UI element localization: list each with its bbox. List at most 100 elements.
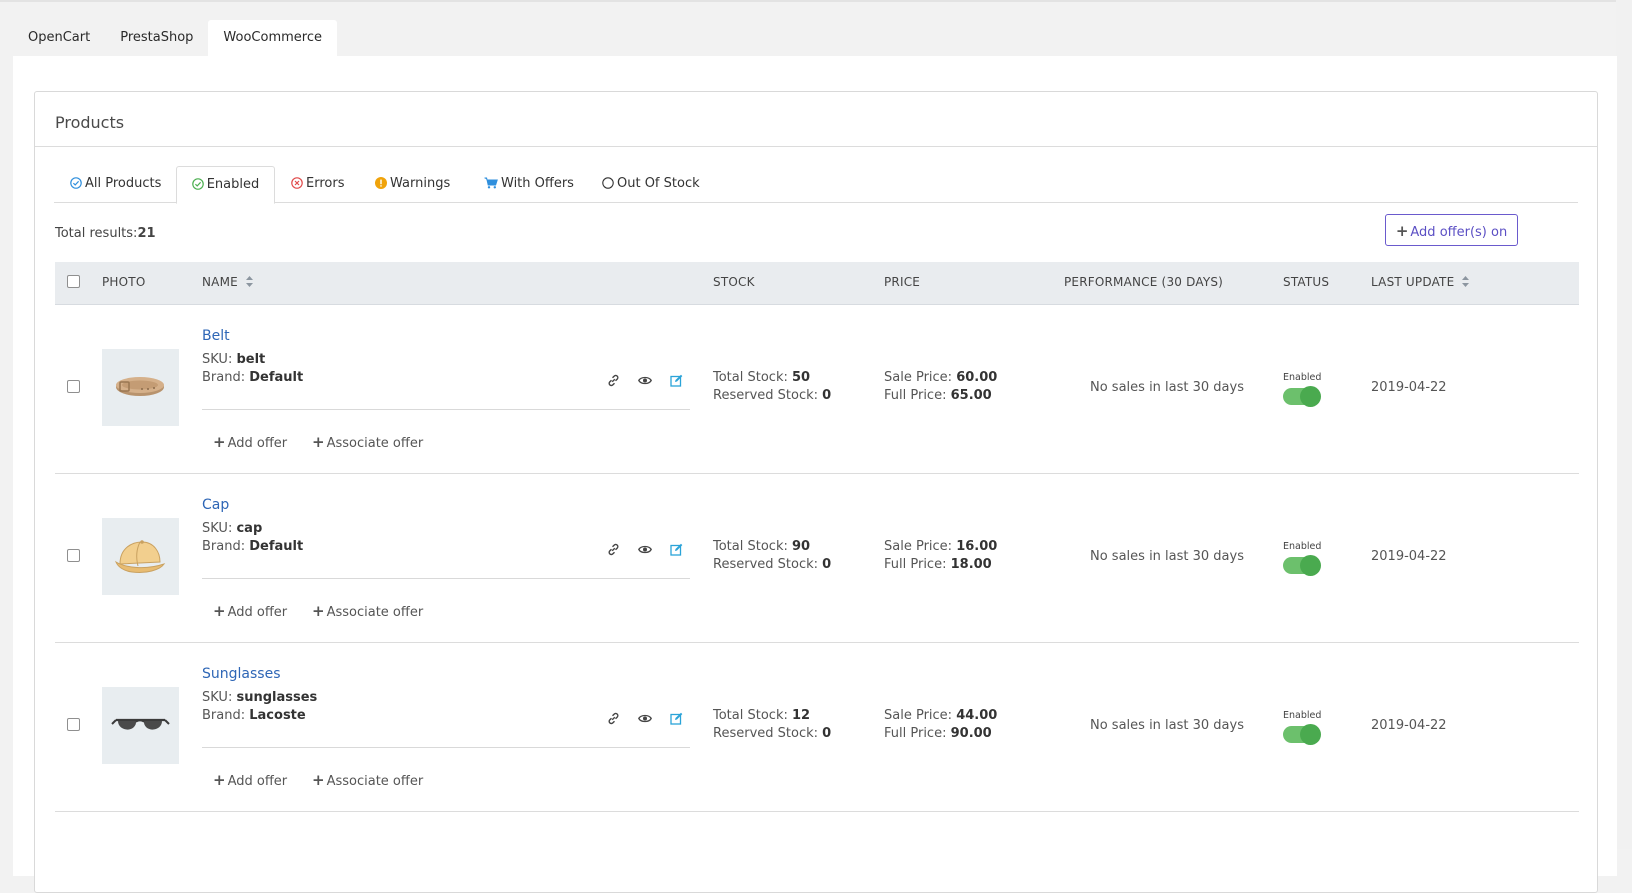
associate-offer-label: Associate offer: [326, 605, 424, 620]
full-price-label: Full Price:: [884, 557, 947, 572]
brand-label: Brand:: [202, 370, 246, 385]
last-update: 2019-04-22: [1371, 380, 1447, 395]
reserved-stock: Reserved Stock: 0: [713, 557, 831, 572]
panel-header: Products: [35, 92, 1597, 147]
link-icon[interactable]: [607, 374, 620, 387]
product-sku: SKU: sunglasses: [202, 690, 317, 705]
tab-errors[interactable]: Errors: [291, 166, 344, 202]
eye-icon[interactable]: [638, 712, 652, 725]
total-results-label: Total results:: [55, 226, 138, 241]
select-all-checkbox[interactable]: [67, 275, 80, 288]
toggle-knob: [1300, 724, 1321, 745]
row-actions: [607, 712, 697, 728]
exclamation-circle-icon: [375, 176, 387, 189]
total-stock-label: Total Stock:: [713, 539, 788, 554]
column-price: PRICE: [884, 275, 921, 289]
reserved-stock-label: Reserved Stock:: [713, 726, 818, 741]
row-checkbox[interactable]: [67, 380, 80, 393]
edit-icon[interactable]: [670, 543, 683, 556]
tab-enabled[interactable]: Enabled: [176, 166, 275, 204]
empty-circle-icon: [602, 176, 614, 189]
tab-woocommerce[interactable]: WooCommerce: [208, 20, 337, 56]
associate-offer-button[interactable]: + Associate offer: [312, 771, 423, 789]
add-offers-button[interactable]: + Add offer(s) on: [1385, 214, 1518, 246]
full-price: Full Price: 90.00: [884, 726, 992, 741]
associate-offer-button[interactable]: + Associate offer: [312, 433, 423, 451]
product-sku: SKU: cap: [202, 521, 262, 536]
row-divider: [202, 578, 690, 579]
sale-price-value: 16.00: [956, 539, 998, 554]
brand-value: Default: [249, 539, 304, 554]
sort-icon: [245, 276, 253, 287]
table-row: Belt SKU: belt Brand: Default + Add offer…: [55, 304, 1579, 474]
brand-label: Brand:: [202, 539, 246, 554]
associate-offer-label: Associate offer: [326, 774, 424, 789]
sku-label: SKU:: [202, 352, 233, 367]
product-brand: Brand: Default: [202, 370, 303, 385]
full-price: Full Price: 18.00: [884, 557, 992, 572]
column-last-update[interactable]: LAST UPDATE: [1371, 275, 1470, 289]
row-checkbox[interactable]: [67, 549, 80, 562]
eye-icon[interactable]: [638, 543, 652, 556]
cart-icon: [484, 177, 498, 188]
product-sku: SKU: belt: [202, 352, 265, 367]
plus-icon: +: [213, 771, 226, 789]
tab-opencart[interactable]: OpenCart: [13, 20, 105, 56]
tab-with-offers[interactable]: With Offers: [484, 166, 574, 202]
total-stock-value: 12: [792, 708, 811, 723]
sale-price-label: Sale Price:: [884, 370, 953, 385]
toggle-knob: [1300, 555, 1321, 576]
reserved-stock-value: 0: [822, 388, 832, 403]
associate-offer-button[interactable]: + Associate offer: [312, 602, 423, 620]
eye-icon[interactable]: [638, 374, 652, 387]
tab-out-of-stock[interactable]: Out Of Stock: [602, 166, 700, 202]
page-scrollbar[interactable]: [1616, 0, 1632, 849]
sku-value: cap: [236, 521, 263, 536]
edit-icon[interactable]: [670, 374, 683, 387]
status-toggle[interactable]: [1283, 555, 1321, 576]
tab-prestashop[interactable]: PrestaShop: [105, 20, 208, 56]
product-name[interactable]: Belt: [202, 328, 230, 344]
check-circle-icon: [191, 177, 204, 190]
last-update: 2019-04-22: [1371, 549, 1447, 564]
product-photo-cap: [102, 518, 179, 595]
performance-text: No sales in last 30 days: [1090, 380, 1244, 395]
product-name[interactable]: Sunglasses: [202, 666, 280, 682]
add-offer-label: Add offer: [227, 774, 288, 789]
products-panel: Products All Products Enabled Errors War…: [34, 91, 1598, 893]
total-stock-value: 90: [792, 539, 811, 554]
column-name[interactable]: NAME: [202, 275, 253, 289]
product-name[interactable]: Cap: [202, 497, 229, 513]
sale-price-value: 60.00: [956, 370, 998, 385]
tab-label: Out Of Stock: [617, 176, 700, 191]
full-price-value: 65.00: [950, 388, 992, 403]
status-label: Enabled: [1283, 541, 1322, 552]
x-circle-icon: [291, 176, 303, 189]
add-offer-button[interactable]: + Add offer: [213, 433, 287, 451]
reserved-stock-label: Reserved Stock:: [713, 388, 818, 403]
reserved-stock-value: 0: [822, 557, 832, 572]
tab-all-products[interactable]: All Products: [70, 166, 161, 202]
sale-price-label: Sale Price:: [884, 708, 953, 723]
status-toggle[interactable]: [1283, 386, 1321, 407]
brand-value: Default: [249, 370, 304, 385]
check-circle-icon: [70, 176, 82, 189]
tab-warnings[interactable]: Warnings: [375, 166, 450, 202]
tab-label: Warnings: [390, 176, 451, 191]
sale-price-label: Sale Price:: [884, 539, 953, 554]
total-stock: Total Stock: 50: [713, 370, 810, 385]
table-row: Sunglasses SKU: sunglasses Brand: Lacost…: [55, 642, 1579, 812]
add-offer-button[interactable]: + Add offer: [213, 771, 287, 789]
link-icon[interactable]: [607, 712, 620, 725]
product-brand: Brand: Default: [202, 539, 303, 554]
column-status: STATUS: [1283, 275, 1330, 289]
edit-icon[interactable]: [670, 712, 683, 725]
column-name-label: NAME: [202, 275, 238, 289]
add-offer-button[interactable]: + Add offer: [213, 602, 287, 620]
status-toggle[interactable]: [1283, 724, 1321, 745]
link-icon[interactable]: [607, 543, 620, 556]
filter-tabs: All Products Enabled Errors Warnings Wit…: [54, 166, 1578, 204]
row-checkbox[interactable]: [67, 718, 80, 731]
plus-icon: +: [312, 433, 325, 451]
full-price-label: Full Price:: [884, 726, 947, 741]
